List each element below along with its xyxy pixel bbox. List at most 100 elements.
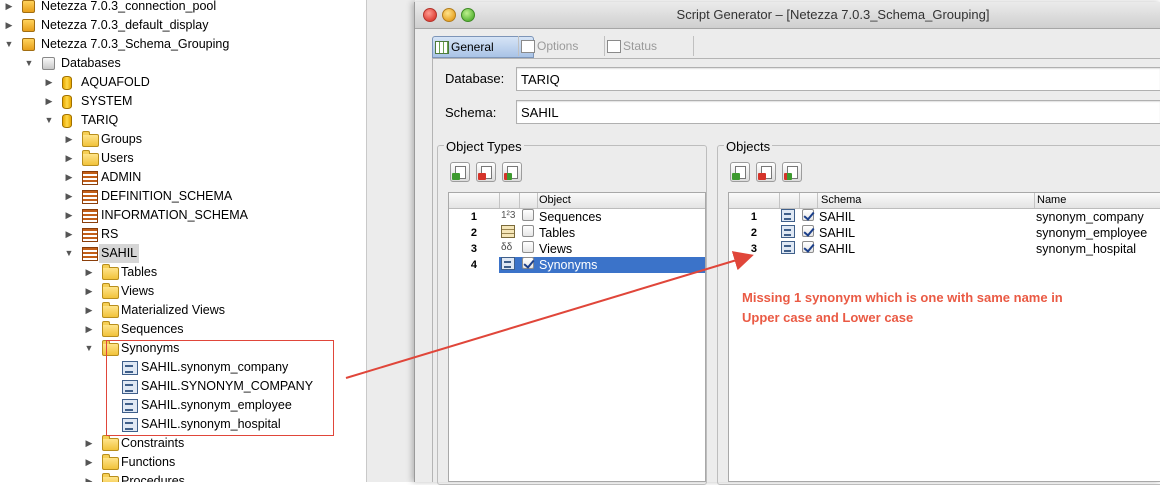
object-checkbox[interactable] bbox=[802, 225, 814, 237]
folder-icon bbox=[82, 150, 99, 166]
objects-grid: Schema Name 1 SAHIL synonym_company 2 SAHIL s… bbox=[728, 192, 1160, 482]
select-all-button[interactable] bbox=[450, 162, 470, 182]
expand-triangle-icon[interactable]: ▶ bbox=[64, 130, 74, 149]
schema-icon bbox=[82, 171, 98, 185]
row-number: 1 bbox=[470, 211, 477, 223]
expand-triangle-icon[interactable]: ▶ bbox=[4, 0, 14, 16]
expand-triangle-icon[interactable]: ▶ bbox=[84, 320, 94, 339]
tree-item-label: Sequences bbox=[121, 322, 184, 336]
tab-options-label: Options bbox=[537, 39, 579, 53]
schema-icon bbox=[82, 209, 98, 223]
collapse-triangle-icon[interactable]: ▼ bbox=[64, 244, 74, 263]
objects-select-all-button[interactable] bbox=[730, 162, 750, 182]
dialog-titlebar: Script Generator – [Netezza 7.0.3_Schema… bbox=[415, 2, 1160, 29]
expand-triangle-icon[interactable]: ▶ bbox=[64, 168, 74, 187]
object-type-label: Synonyms bbox=[539, 258, 598, 272]
annotation-line-1: Missing 1 synonym which is one with same… bbox=[742, 290, 1063, 305]
tree-item[interactable]: ▼ Databases bbox=[0, 54, 366, 73]
tree-item[interactable]: ▶ Groups bbox=[0, 130, 366, 149]
tree-item-label: Views bbox=[121, 284, 155, 298]
object-row[interactable]: 2 SAHIL synonym_employee bbox=[729, 225, 1160, 241]
objects-invert-selection-button[interactable] bbox=[782, 162, 802, 182]
tree-item[interactable]: ▶ Sequences bbox=[0, 320, 366, 339]
collapse-triangle-icon[interactable]: ▼ bbox=[84, 339, 94, 358]
tree-item-label: Databases bbox=[61, 56, 121, 70]
general-panel: Database: TARIQ Schema: SAHIL Object Typ… bbox=[432, 58, 1160, 485]
object-checkbox[interactable] bbox=[802, 209, 814, 221]
object-type-row[interactable]: 2 Tables bbox=[449, 225, 705, 241]
general-tab-icon bbox=[435, 41, 449, 54]
tree-item[interactable]: ▼ TARIQ bbox=[0, 111, 366, 130]
expand-triangle-icon[interactable]: ▶ bbox=[84, 472, 94, 482]
schema-icon bbox=[82, 228, 98, 242]
collapse-triangle-icon[interactable]: ▼ bbox=[4, 35, 14, 54]
tree-item[interactable]: ▶ Views bbox=[0, 282, 366, 301]
collapse-triangle-icon[interactable]: ▼ bbox=[44, 111, 54, 130]
deselect-all-button[interactable] bbox=[476, 162, 496, 182]
expand-triangle-icon[interactable]: ▶ bbox=[44, 73, 54, 92]
object-name-cell: synonym_employee bbox=[1036, 226, 1148, 240]
invert-selection-button[interactable] bbox=[502, 162, 522, 182]
tree-item[interactable]: ▶ Materialized Views bbox=[0, 301, 366, 320]
object-row[interactable]: 1 SAHIL synonym_company bbox=[729, 209, 1160, 225]
tree-item[interactable]: ▶ RS bbox=[0, 225, 366, 244]
expand-triangle-icon[interactable]: ▶ bbox=[64, 225, 74, 244]
tab-options[interactable]: Options bbox=[518, 36, 617, 56]
tree-item[interactable]: ▶ Netezza 7.0.3_connection_pool bbox=[0, 0, 366, 16]
collapse-triangle-icon[interactable]: ▼ bbox=[24, 54, 34, 73]
expand-triangle-icon[interactable]: ▶ bbox=[64, 187, 74, 206]
annotation-note: Missing 1 synonym which is one with same… bbox=[742, 288, 1102, 328]
table-icon bbox=[501, 225, 515, 238]
expand-triangle-icon[interactable]: ▶ bbox=[64, 206, 74, 225]
tree-item[interactable]: ▶ Functions bbox=[0, 453, 366, 472]
object-row[interactable]: 3 SAHIL synonym_hospital bbox=[729, 241, 1160, 257]
expand-triangle-icon[interactable]: ▶ bbox=[84, 301, 94, 320]
tree-item[interactable]: ▶ Procedures bbox=[0, 472, 366, 482]
tree-item[interactable]: ▶ SYSTEM bbox=[0, 92, 366, 111]
object-type-checkbox[interactable] bbox=[522, 225, 534, 237]
tree-item[interactable]: ▶ Netezza 7.0.3_default_display bbox=[0, 16, 366, 35]
database-icon bbox=[62, 76, 72, 90]
schema-field[interactable]: SAHIL bbox=[516, 100, 1160, 124]
script-generator-dialog: Script Generator – [Netezza 7.0.3_Schema… bbox=[414, 2, 1160, 485]
expand-triangle-icon[interactable]: ▶ bbox=[4, 16, 14, 35]
tree-item-label: Netezza 7.0.3_connection_pool bbox=[41, 0, 217, 13]
expand-triangle-icon[interactable]: ▶ bbox=[44, 92, 54, 111]
tree-item[interactable]: ▶ ADMIN bbox=[0, 168, 366, 187]
object-type-row[interactable]: 3 δδ Views bbox=[449, 241, 705, 257]
tree-item[interactable]: ▼ SAHIL bbox=[0, 244, 366, 263]
row-number: 1 bbox=[750, 211, 757, 223]
folder-icon bbox=[102, 321, 119, 337]
expand-triangle-icon[interactable]: ▶ bbox=[64, 149, 74, 168]
tree-item[interactable]: ▶ Tables bbox=[0, 263, 366, 282]
schema-icon bbox=[82, 247, 98, 261]
expand-triangle-icon[interactable]: ▶ bbox=[84, 282, 94, 301]
object-checkbox[interactable] bbox=[802, 241, 814, 253]
database-field[interactable]: TARIQ bbox=[516, 67, 1160, 91]
object-type-checkbox[interactable] bbox=[522, 241, 534, 253]
object-type-checkbox[interactable] bbox=[522, 209, 534, 221]
tree-item[interactable]: ▼ Netezza 7.0.3_Schema_Grouping bbox=[0, 35, 366, 54]
synonym-icon bbox=[781, 241, 795, 254]
object-type-row[interactable]: 4 Synonyms bbox=[471, 257, 705, 273]
expand-triangle-icon[interactable]: ▶ bbox=[84, 434, 94, 453]
tree-item-label: Materialized Views bbox=[121, 303, 225, 317]
expand-triangle-icon[interactable]: ▶ bbox=[84, 263, 94, 282]
synonym-icon bbox=[501, 257, 515, 270]
tree-item[interactable]: ▶ Users bbox=[0, 149, 366, 168]
tab-status[interactable]: Status bbox=[604, 36, 694, 56]
tree-item-label: Tables bbox=[121, 265, 158, 279]
tree-item[interactable]: ▶ AQUAFOLD bbox=[0, 73, 366, 92]
dialog-title: Script Generator – [Netezza 7.0.3_Schema… bbox=[676, 7, 990, 22]
tree-item[interactable]: ▶ INFORMATION_SCHEMA bbox=[0, 206, 366, 225]
tree-item[interactable]: ▶ Constraints bbox=[0, 434, 366, 453]
synonyms-highlight-box bbox=[106, 340, 334, 436]
objects-deselect-all-button[interactable] bbox=[756, 162, 776, 182]
object-type-row[interactable]: 1 1²3 Sequences bbox=[449, 209, 705, 225]
expand-triangle-icon[interactable]: ▶ bbox=[84, 453, 94, 472]
tree-item[interactable]: ▶ DEFINITION_SCHEMA bbox=[0, 187, 366, 206]
object-types-group: Object Types Object 1 1²3 Sequences 2 Tables… bbox=[437, 139, 707, 485]
object-type-checkbox[interactable] bbox=[522, 257, 534, 269]
name-column-header: Name bbox=[1037, 194, 1067, 206]
tree-item-label: Procedures bbox=[121, 474, 185, 482]
